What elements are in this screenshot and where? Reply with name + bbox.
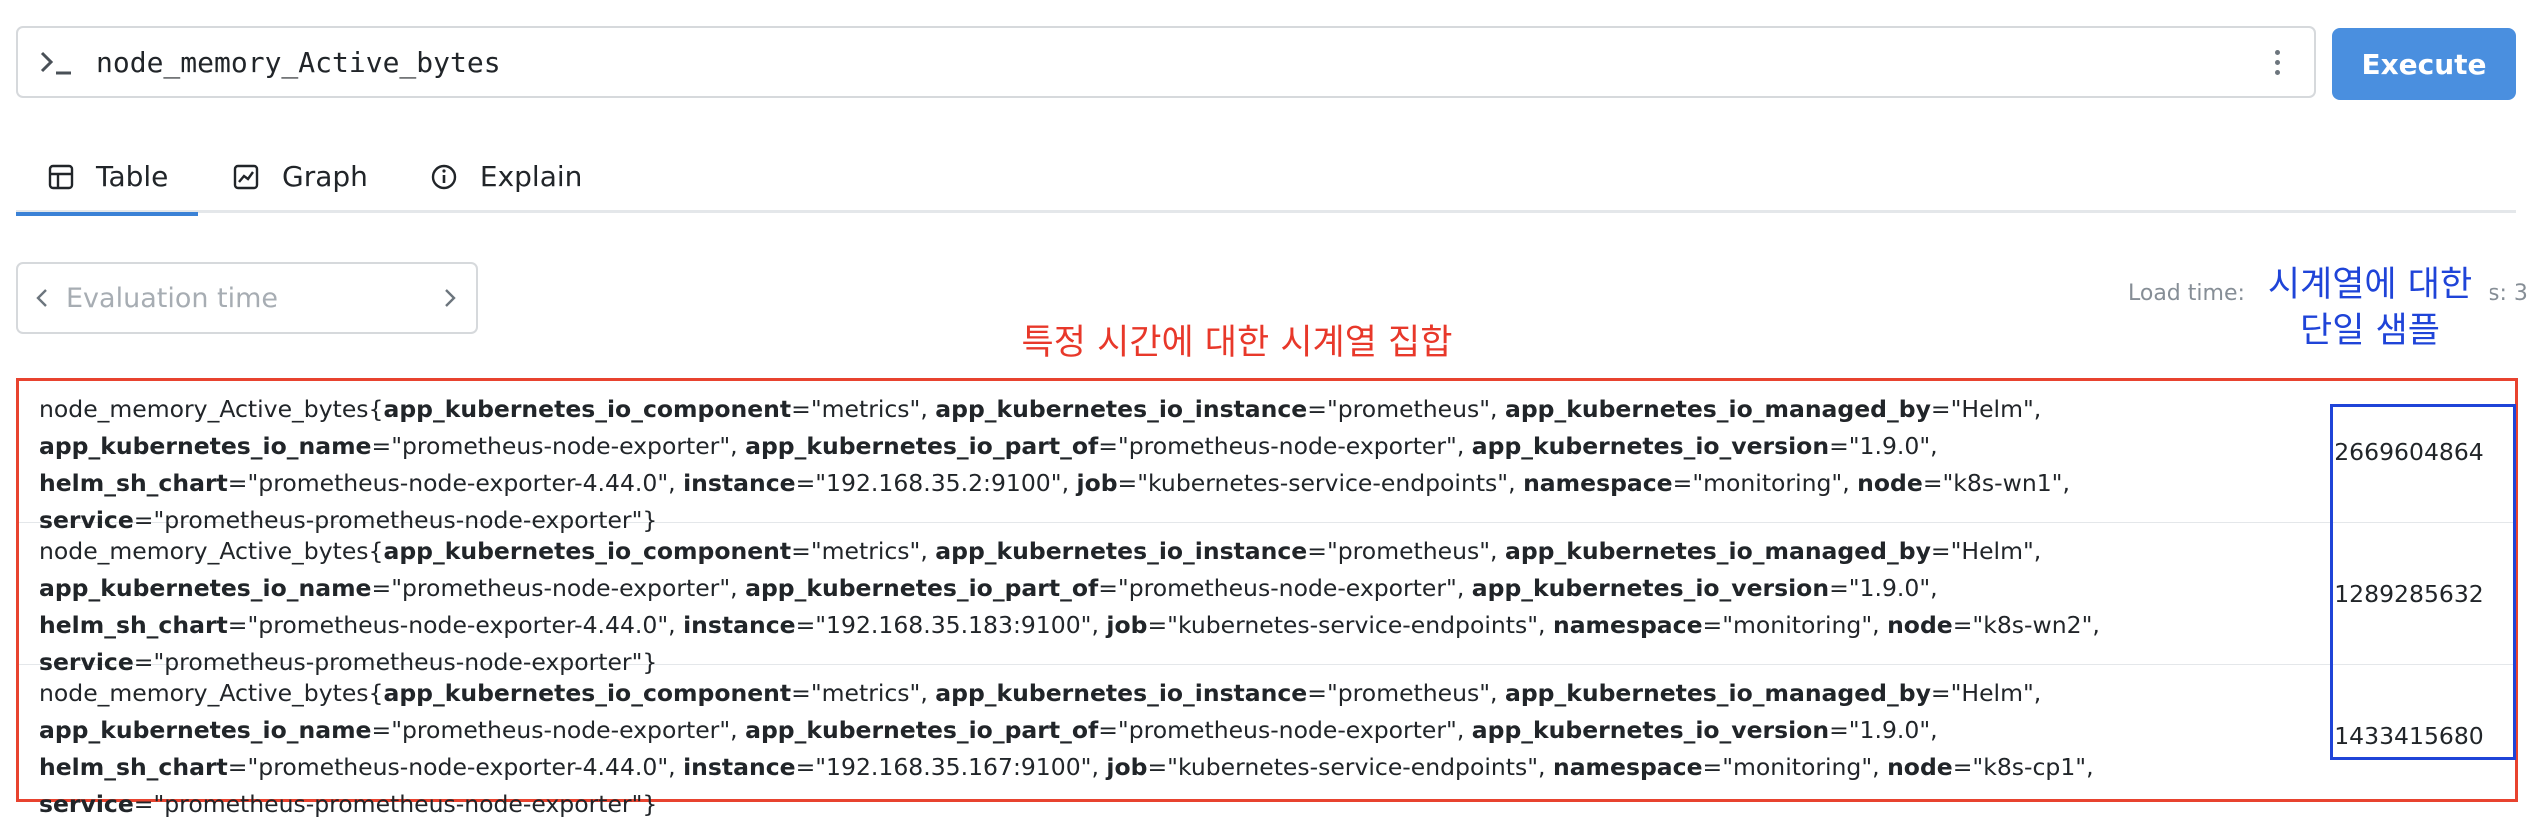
label-key: app_kubernetes_io_version <box>1471 574 1830 602</box>
annotation-single-sample: 시계열에 대한 단일 샘플 <box>2250 262 2490 354</box>
sample-value: 1289285632 <box>2334 580 2484 608</box>
series-labels: node_memory_Active_bytes{app_kubernetes_… <box>39 537 2100 676</box>
label-key: app_kubernetes_io_managed_by <box>1505 537 1931 565</box>
results-table: node_memory_Active_bytes{app_kubernetes_… <box>16 378 2518 818</box>
label-key: app_kubernetes_io_name <box>39 574 372 602</box>
annotation-series-set: 특정 시간에 대한 시계열 집합 <box>1021 323 1453 363</box>
query-input[interactable]: node_memory_Active_bytes <box>96 46 2262 79</box>
query-bar[interactable]: node_memory_Active_bytes <box>16 26 2316 98</box>
label-key: helm_sh_chart <box>39 611 228 639</box>
label-key: app_kubernetes_io_part_of <box>745 574 1099 602</box>
label-key: job <box>1106 753 1148 781</box>
label-key: app_kubernetes_io_managed_by <box>1505 679 1931 707</box>
label-key: node <box>1887 753 1953 781</box>
tab-table-label: Table <box>96 160 169 193</box>
label-key: namespace <box>1523 469 1673 497</box>
annotation-single-sample-line2: 단일 샘플 <box>2300 311 2440 351</box>
result-series-count: s: 3 <box>2488 281 2528 306</box>
label-key: app_kubernetes_io_component <box>383 679 792 707</box>
label-key: app_kubernetes_io_instance <box>935 679 1308 707</box>
label-key: app_kubernetes_io_name <box>39 716 372 744</box>
label-key: helm_sh_chart <box>39 753 228 781</box>
label-key: app_kubernetes_io_version <box>1471 432 1830 460</box>
label-key: instance <box>683 611 796 639</box>
tab-explain[interactable]: Explain <box>400 140 615 213</box>
sample-value: 1433415680 <box>2334 722 2484 750</box>
load-time-label: Load time: <box>2128 281 2245 306</box>
info-icon <box>430 163 458 191</box>
annotation-single-sample-line1: 시계열에 대한 <box>2267 265 2473 305</box>
view-tabs: Table Graph Explain <box>16 140 2516 216</box>
label-key: instance <box>683 753 796 781</box>
tab-graph[interactable]: Graph <box>198 140 400 213</box>
execute-button[interactable]: Execute <box>2332 28 2516 100</box>
terminal-prompt-icon <box>36 42 76 82</box>
table-row: node_memory_Active_bytes{app_kubernetes_… <box>19 665 2515 818</box>
tab-explain-label: Explain <box>479 160 583 193</box>
label-key: helm_sh_chart <box>39 469 228 497</box>
tab-table[interactable]: Table <box>16 140 198 216</box>
label-key: service <box>39 790 134 818</box>
series-labels: node_memory_Active_bytes{app_kubernetes_… <box>39 395 2070 534</box>
label-key: app_kubernetes_io_instance <box>935 395 1308 423</box>
more-options-icon[interactable] <box>2262 42 2292 82</box>
label-key: app_kubernetes_io_version <box>1471 716 1830 744</box>
table-row: node_memory_Active_bytes{app_kubernetes_… <box>19 523 2515 676</box>
label-key: app_kubernetes_io_managed_by <box>1505 395 1931 423</box>
label-key: node <box>1857 469 1923 497</box>
tab-graph-label: Graph <box>282 160 368 193</box>
graph-icon <box>232 163 260 191</box>
table-icon <box>48 163 74 191</box>
label-key: job <box>1076 469 1118 497</box>
label-key: app_kubernetes_io_name <box>39 432 372 460</box>
label-key: namespace <box>1552 611 1703 639</box>
label-key: app_kubernetes_io_part_of <box>745 716 1099 744</box>
series-labels: node_memory_Active_bytes{app_kubernetes_… <box>39 679 2094 818</box>
label-key: instance <box>683 469 796 497</box>
label-key: app_kubernetes_io_instance <box>935 537 1308 565</box>
label-key: app_kubernetes_io_part_of <box>745 432 1099 460</box>
label-key: app_kubernetes_io_component <box>383 537 792 565</box>
table-row: node_memory_Active_bytes{app_kubernetes_… <box>19 381 2515 534</box>
sample-value: 2669604864 <box>2334 438 2484 466</box>
label-key: node <box>1887 611 1953 639</box>
label-key: namespace <box>1552 753 1703 781</box>
label-key: job <box>1106 611 1148 639</box>
label-key: app_kubernetes_io_component <box>383 395 792 423</box>
